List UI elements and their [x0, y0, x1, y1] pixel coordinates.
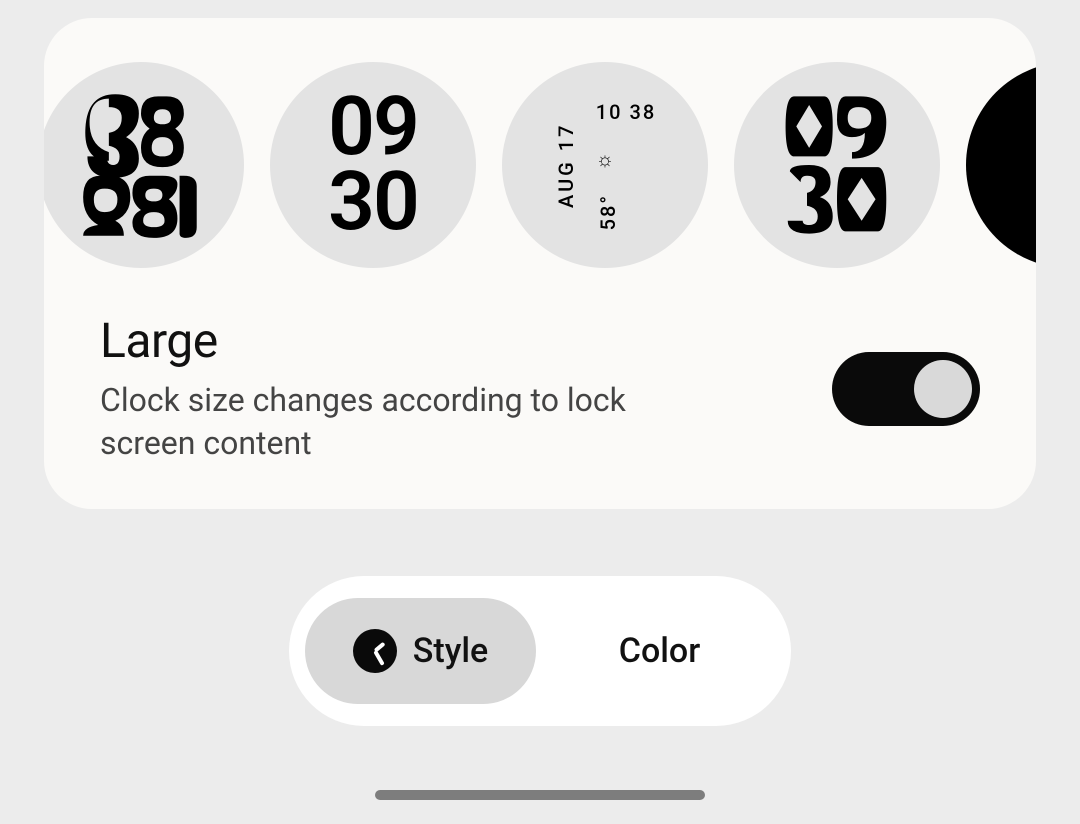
clock-settings-card: 09 30 AUG 17 10 38 ☼ 58°	[44, 18, 1036, 509]
clock-style-dark[interactable]: 0 3	[966, 62, 1036, 268]
setting-subtitle: Clock size changes according to lock scr…	[100, 379, 700, 465]
clock-icon	[353, 629, 397, 673]
info-preview: AUG 17 10 38 ☼ 58°	[554, 100, 656, 230]
tab-style-label: Style	[413, 631, 488, 671]
clock-style-bubble[interactable]	[44, 62, 244, 268]
toggle-knob	[914, 360, 972, 418]
bubble-clock-icon	[75, 90, 207, 240]
digital-preview: 09 30	[328, 90, 418, 241]
setting-title: Large	[100, 312, 808, 369]
tab-style[interactable]: Style	[305, 598, 536, 704]
clock-style-stencil[interactable]	[734, 62, 940, 268]
tab-color[interactable]: Color	[544, 598, 775, 704]
style-color-tabs: Style Color	[289, 576, 791, 726]
navigation-handle[interactable]	[375, 790, 705, 800]
clock-style-list[interactable]: 09 30 AUG 17 10 38 ☼ 58°	[44, 18, 1036, 268]
stencil-clock-icon	[782, 90, 892, 240]
sun-icon: ☼	[596, 149, 614, 169]
clock-size-toggle[interactable]	[832, 352, 980, 426]
info-date: AUG 17	[554, 100, 578, 230]
clock-style-info[interactable]: AUG 17 10 38 ☼ 58°	[502, 62, 708, 268]
tab-color-label: Color	[619, 631, 700, 671]
info-time: 10 38	[596, 100, 656, 124]
info-temp: 58°	[596, 194, 620, 230]
clock-style-digital[interactable]: 09 30	[270, 62, 476, 268]
digital-bottom: 30	[328, 165, 418, 240]
clock-size-setting: Large Clock size changes according to lo…	[44, 268, 1036, 465]
